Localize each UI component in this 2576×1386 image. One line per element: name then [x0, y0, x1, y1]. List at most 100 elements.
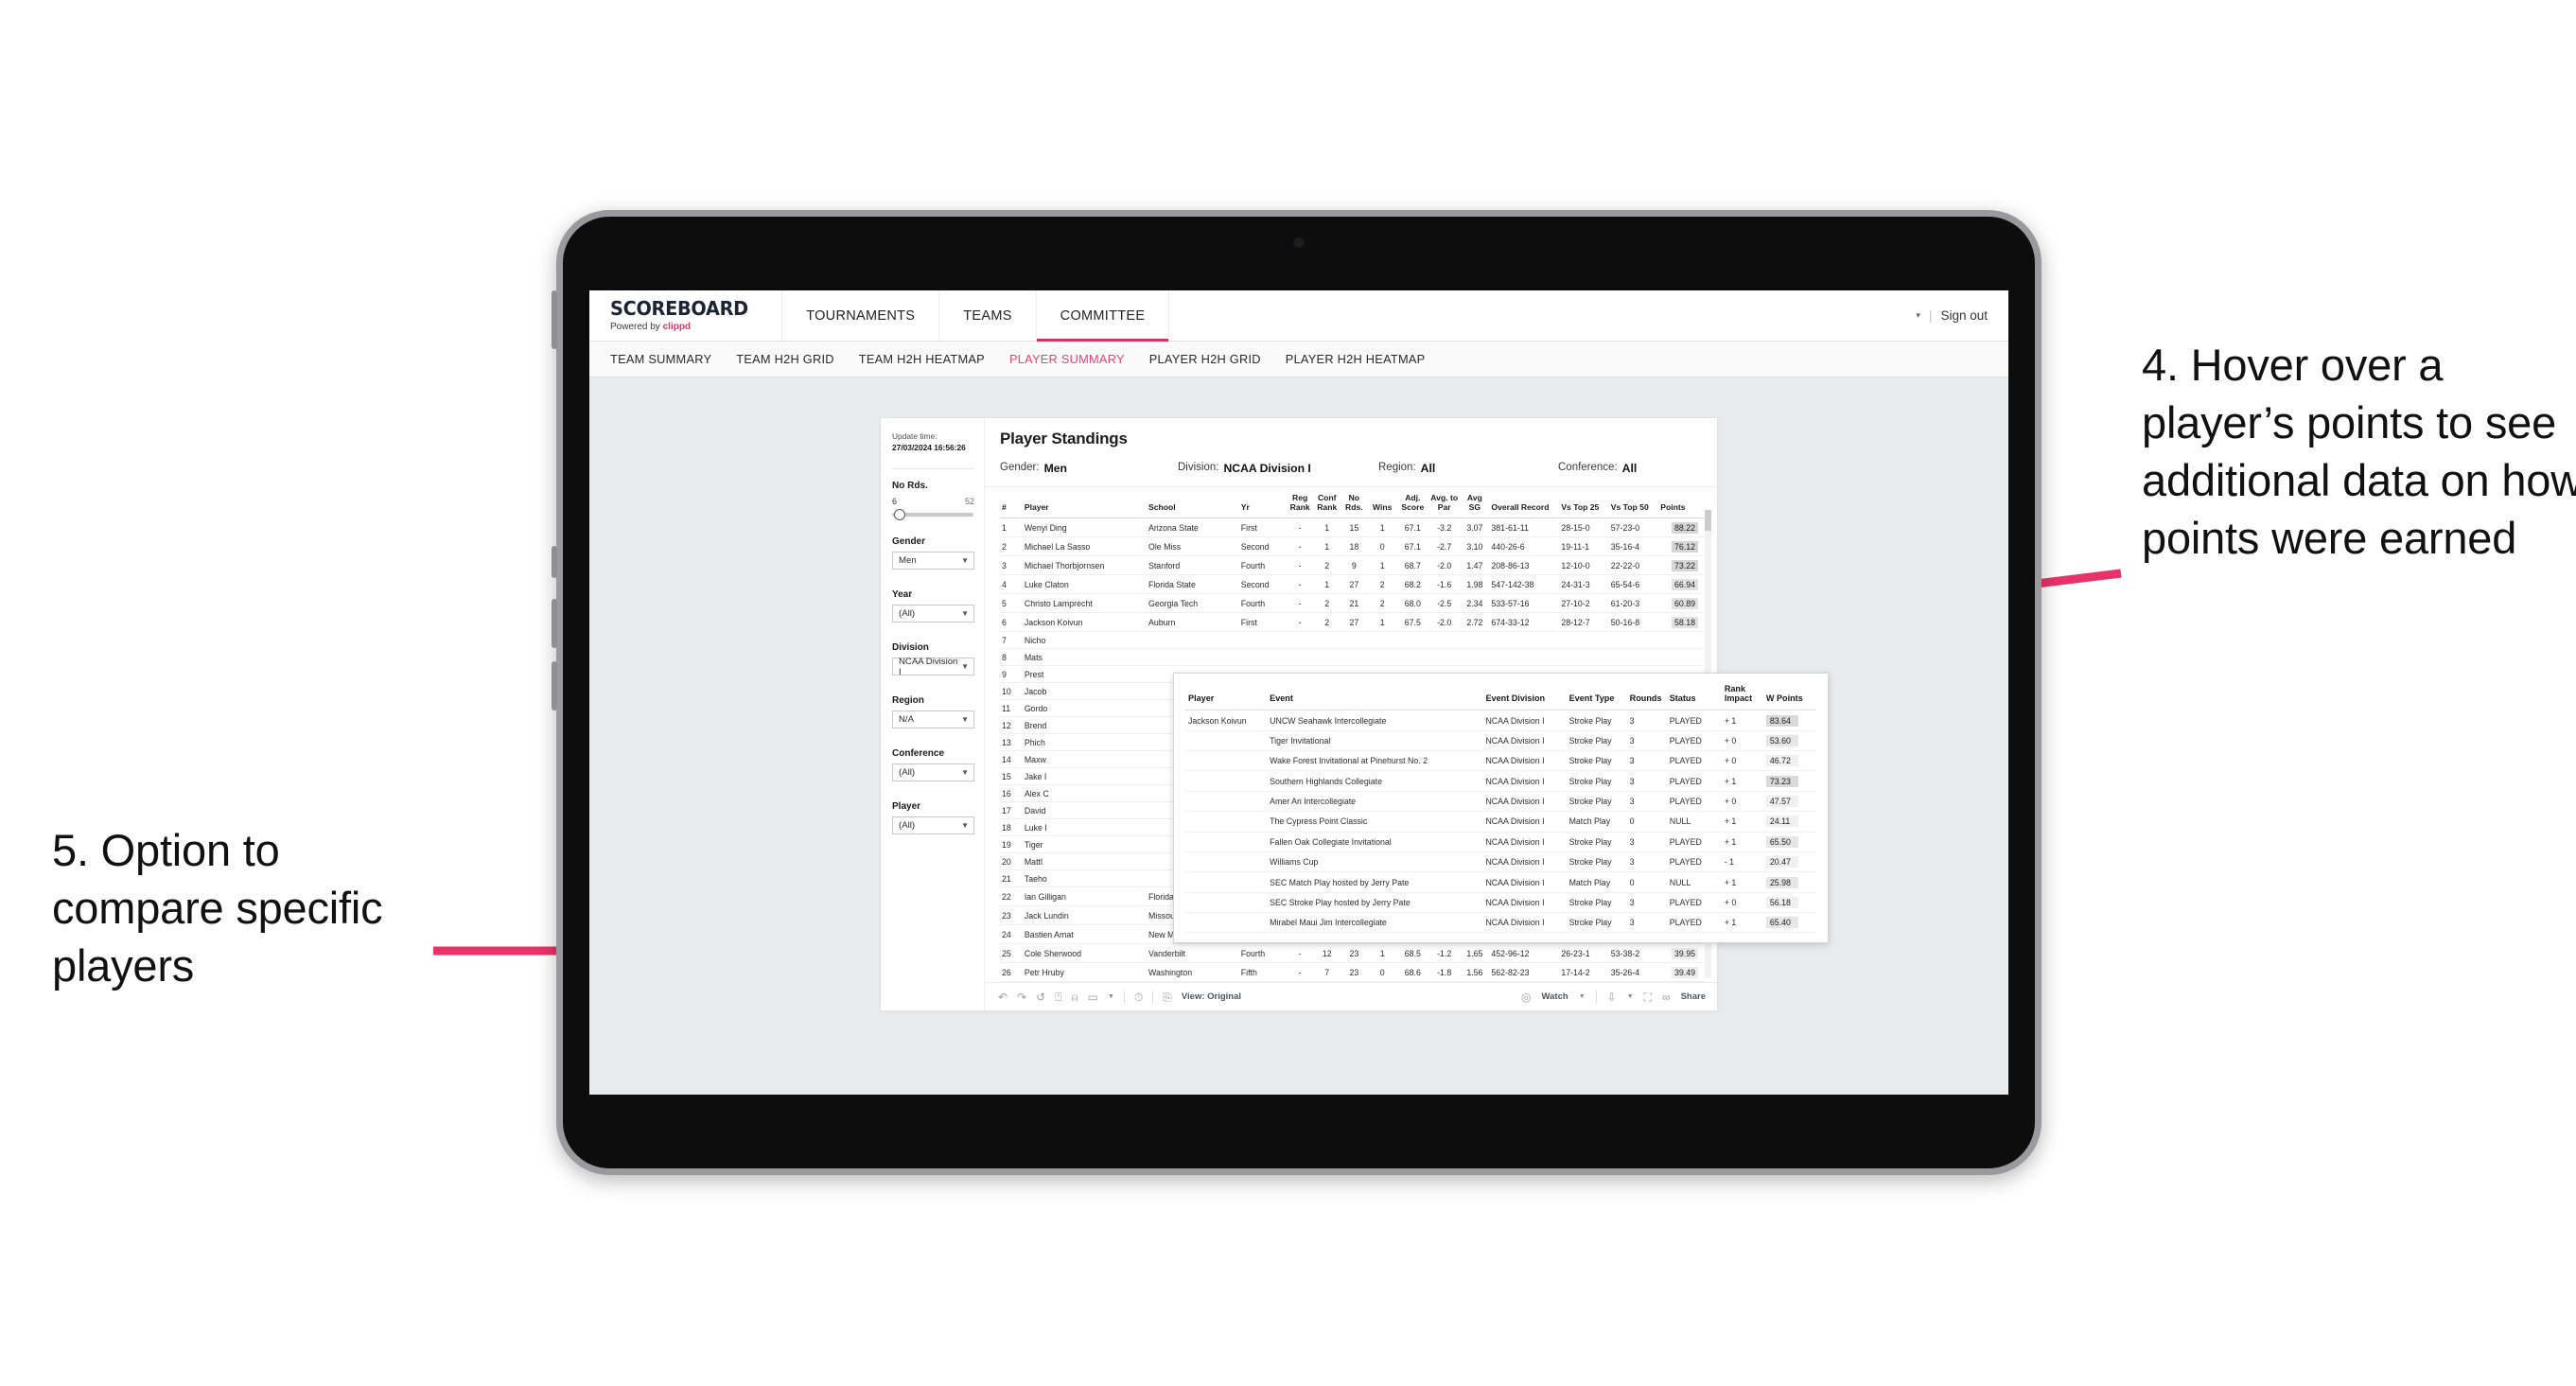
chevron-down-icon[interactable]: ▾: [1916, 310, 1920, 321]
share-icon[interactable]: ∞: [1662, 991, 1671, 1003]
player-cell: Luke I: [1022, 818, 1147, 837]
table-row[interactable]: 26 Petr Hruby Washington Fifth -7 23 0 68.6 -1.8…: [1000, 962, 1704, 983]
refresh-icon[interactable]: ⍞: [1055, 991, 1061, 1003]
volume-button-2[interactable]: [552, 599, 557, 648]
tab-team-h2h-grid[interactable]: TEAM H2H GRID: [736, 352, 834, 366]
rank-cell: 19: [1000, 835, 1023, 854]
sign-out-button[interactable]: Sign out: [1940, 308, 1988, 323]
points-cell[interactable]: [1658, 631, 1704, 650]
tab-player-h2h-grid[interactable]: PLAYER H2H GRID: [1149, 352, 1261, 366]
reg-rank-cell: -: [1286, 555, 1314, 576]
watch-button[interactable]: Watch: [1542, 991, 1568, 1002]
view-original-button[interactable]: View: Original: [1182, 991, 1241, 1002]
power-button[interactable]: [552, 290, 557, 349]
download-icon[interactable]: ⇩: [1607, 991, 1617, 1003]
col-avg-to-par[interactable]: Avg. to Par: [1428, 487, 1461, 519]
col-overall-record[interactable]: Overall Record: [1489, 487, 1560, 519]
tab-player-summary[interactable]: PLAYER SUMMARY: [1009, 352, 1125, 366]
col-vs-top-50[interactable]: Vs Top 50: [1608, 487, 1659, 519]
col-conf-rank[interactable]: Conf Rank: [1313, 487, 1341, 519]
wins-cell: [1367, 631, 1397, 650]
player-cell: Mattl: [1022, 852, 1147, 871]
table-row[interactable]: 5 Christo Lamprecht Georgia Tech Fourth -2 21…: [1000, 593, 1704, 614]
redo-icon[interactable]: ↷: [1017, 991, 1026, 1003]
revert-icon[interactable]: ↺: [1036, 991, 1045, 1003]
player-select[interactable]: (All) ▼: [892, 816, 974, 835]
rectangle-select-icon[interactable]: ▭: [1088, 991, 1098, 1003]
volume-button-3[interactable]: [552, 661, 557, 711]
tooltip-status-cell: PLAYED: [1666, 750, 1722, 772]
col-reg-rank[interactable]: Reg Rank: [1286, 487, 1314, 519]
col-points[interactable]: Points: [1658, 487, 1704, 519]
conf-rank-cell: 2: [1313, 612, 1341, 633]
topnav-item-teams[interactable]: TEAMS: [939, 290, 1037, 341]
points-cell[interactable]: 66.94: [1658, 574, 1704, 595]
watch-icon[interactable]: ◎: [1521, 991, 1531, 1003]
tab-team-summary[interactable]: TEAM SUMMARY: [610, 352, 711, 366]
topnav-item-committee[interactable]: COMMITTEE: [1036, 290, 1170, 342]
points-cell[interactable]: 76.12: [1658, 536, 1704, 557]
col-rank[interactable]: #: [1000, 487, 1023, 519]
points-cell[interactable]: 58.18: [1658, 612, 1704, 633]
scrollbar-thumb[interactable]: [1705, 510, 1711, 531]
meta-label: Conference:: [1558, 462, 1618, 473]
region-value: N/A: [899, 714, 914, 726]
view-icon[interactable]: ⎘: [1163, 991, 1172, 1003]
table-row[interactable]: 8 Mats: [1000, 648, 1704, 667]
rank-cell: 9: [1000, 665, 1023, 684]
region-select[interactable]: N/A ▼: [892, 711, 974, 729]
col-no-rds[interactable]: No Rds.: [1341, 487, 1368, 519]
chevron-down-icon[interactable]: ▼: [1627, 993, 1634, 1000]
pause-updates-icon[interactable]: ⍝: [1071, 991, 1078, 1003]
year-select[interactable]: (All) ▼: [892, 605, 974, 623]
undo-icon[interactable]: ↶: [998, 991, 1008, 1003]
col-adj-score[interactable]: Adj. Score: [1396, 487, 1429, 519]
col-wins[interactable]: Wins: [1367, 487, 1397, 519]
table-row[interactable]: 2 Michael La Sasso Ole Miss Second -1 18 0 67.1…: [1000, 536, 1704, 557]
tab-team-h2h-heatmap[interactable]: TEAM H2H HEATMAP: [859, 352, 985, 366]
table-row[interactable]: 25 Cole Sherwood Vanderbilt Fourth -12 23 1 68.…: [1000, 943, 1704, 964]
points-cell[interactable]: 39.95: [1658, 943, 1704, 964]
division-select[interactable]: NCAA Division I ▼: [892, 657, 974, 677]
gender-select[interactable]: Men ▼: [892, 552, 974, 570]
col-school[interactable]: School: [1146, 487, 1239, 519]
table-row[interactable]: 4 Luke Claton Florida State Second -1 27 2 68.2…: [1000, 574, 1704, 595]
rank-cell: 21: [1000, 869, 1023, 888]
rank-cell: 3: [1000, 555, 1023, 576]
table-row[interactable]: 6 Jackson Koivun Auburn First -2 27 1 67.5 -2.0 2…: [1000, 612, 1704, 633]
points-cell[interactable]: 73.22: [1658, 555, 1704, 576]
player-cell: Tiger: [1022, 835, 1147, 854]
tooltip-status-cell: PLAYED: [1666, 791, 1722, 813]
slider-handle[interactable]: [894, 509, 905, 521]
col-player[interactable]: Player: [1022, 487, 1147, 519]
points-cell[interactable]: [1658, 648, 1704, 667]
share-button[interactable]: Share: [1681, 991, 1706, 1002]
reg-rank-cell: [1286, 648, 1314, 667]
yr-cell: Fourth: [1238, 943, 1287, 964]
filter-summary: Gender: Men Division: NCAA Division I Re…: [1000, 462, 1704, 475]
chevron-down-icon[interactable]: ▼: [1108, 993, 1114, 1000]
brand-logo[interactable]: SCOREBOARD Powered by clippd: [589, 290, 783, 341]
col-avg-sg[interactable]: Avg SG: [1460, 487, 1490, 519]
conference-select[interactable]: (All) ▼: [892, 763, 974, 782]
table-row[interactable]: 3 Michael Thorbjornsen Stanford Fourth -2 9 1 6…: [1000, 555, 1704, 576]
no-rounds-slider[interactable]: [892, 509, 973, 521]
avg-sg-cell: 2.34: [1460, 593, 1490, 614]
tooltip-division-cell: NCAA Division I: [1482, 871, 1567, 893]
volume-button-1[interactable]: [552, 546, 557, 578]
points-cell[interactable]: 39.49: [1658, 962, 1704, 983]
col-vs-top-25[interactable]: Vs Top 25: [1559, 487, 1609, 519]
col-yr[interactable]: Yr: [1238, 487, 1287, 519]
avg-to-par-cell: [1428, 631, 1461, 650]
points-cell[interactable]: 88.22: [1658, 518, 1704, 538]
tab-player-h2h-heatmap[interactable]: PLAYER H2H HEATMAP: [1286, 352, 1426, 366]
history-icon[interactable]: ⏱: [1134, 991, 1143, 1003]
fullscreen-icon[interactable]: ⛶: [1644, 991, 1652, 1003]
table-row[interactable]: 7 Nicho: [1000, 631, 1704, 650]
chevron-down-icon[interactable]: ▼: [1579, 993, 1586, 1000]
topnav-item-tournaments[interactable]: TOURNAMENTS: [782, 290, 940, 341]
tooltip-player-cell: [1185, 892, 1268, 914]
wpoints-value: 65.40: [1765, 917, 1798, 929]
points-cell[interactable]: 60.89: [1658, 593, 1704, 614]
table-row[interactable]: 1 Wenyi Ding Arizona State First -1 15 1 67.1 -3…: [1000, 518, 1704, 538]
